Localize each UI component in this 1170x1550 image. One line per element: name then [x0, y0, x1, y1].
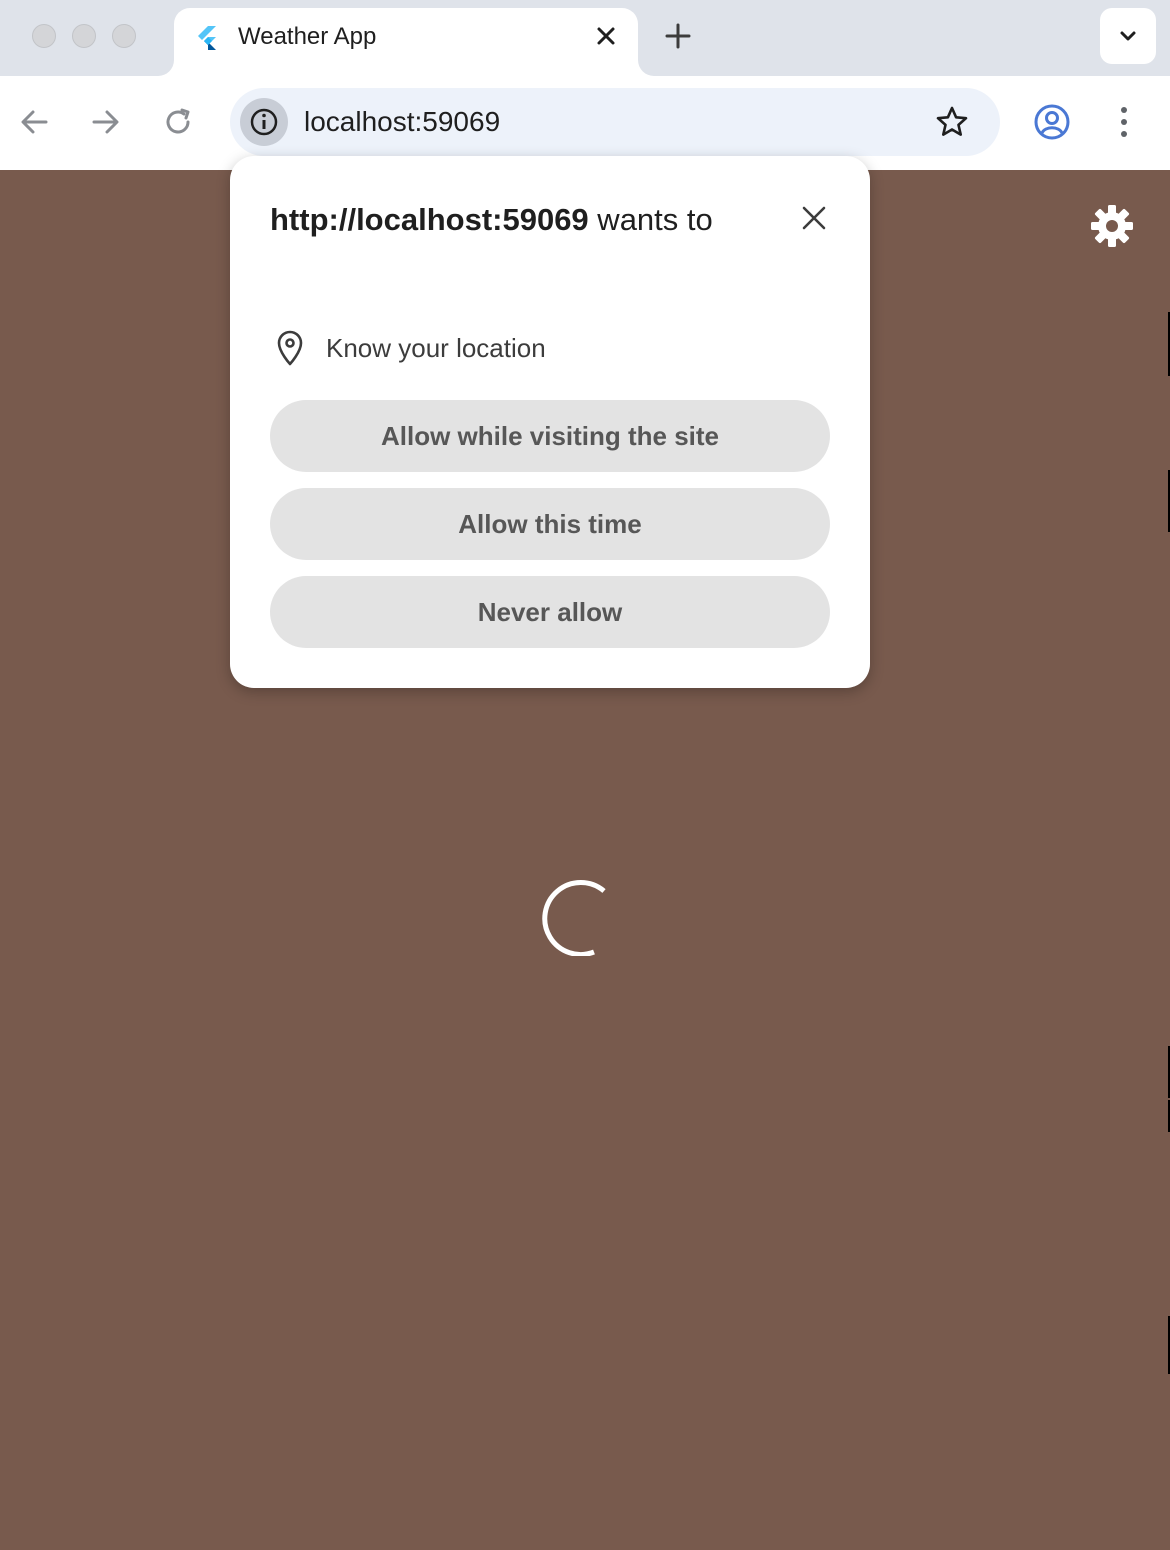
flutter-logo-icon — [198, 26, 216, 50]
permission-prompt: http://localhost:59069 wants to Know you… — [230, 156, 870, 688]
close-icon[interactable] — [800, 204, 828, 232]
plus-icon[interactable] — [662, 20, 694, 52]
info-icon — [250, 108, 278, 136]
tab-strip: Weather App — [0, 0, 1170, 76]
gear-icon[interactable] — [1088, 202, 1136, 250]
url-text[interactable]: localhost:59069 — [304, 104, 500, 140]
arrow-right-icon — [92, 110, 119, 134]
location-pin-icon — [277, 330, 303, 366]
tab-title: Weather App — [238, 23, 377, 50]
never-allow-button[interactable]: Never allow — [270, 576, 830, 648]
site-info-button[interactable] — [240, 98, 288, 146]
allow-this-time-button[interactable]: Allow this time — [270, 488, 830, 560]
close-tab-icon[interactable] — [594, 24, 618, 48]
prompt-origin: http://localhost:59069 — [270, 202, 589, 237]
back-button[interactable] — [16, 104, 52, 140]
address-bar[interactable]: localhost:59069 — [230, 88, 1000, 156]
prompt-title-suffix: wants to — [588, 202, 713, 237]
window-close-button[interactable] — [32, 24, 56, 48]
permission-row: Know your location — [270, 328, 546, 368]
chevron-down-icon — [1120, 31, 1136, 41]
arrow-left-icon — [21, 110, 48, 134]
star-icon[interactable] — [934, 104, 970, 140]
active-tab[interactable]: Weather App — [174, 8, 638, 76]
more-vert-icon[interactable] — [1110, 102, 1138, 142]
window-zoom-button[interactable] — [112, 24, 136, 48]
reload-icon — [166, 108, 190, 134]
allow-while-visiting-button[interactable]: Allow while visiting the site — [270, 400, 830, 472]
permission-label: Know your location — [326, 332, 546, 363]
forward-button[interactable] — [88, 104, 124, 140]
account-circle-icon[interactable] — [1032, 102, 1072, 142]
window-minimize-button[interactable] — [72, 24, 96, 48]
prompt-title: http://localhost:59069 wants to — [270, 196, 770, 244]
loading-spinner — [542, 880, 606, 956]
tab-search-button[interactable] — [1100, 8, 1156, 64]
reload-button[interactable] — [160, 104, 196, 140]
